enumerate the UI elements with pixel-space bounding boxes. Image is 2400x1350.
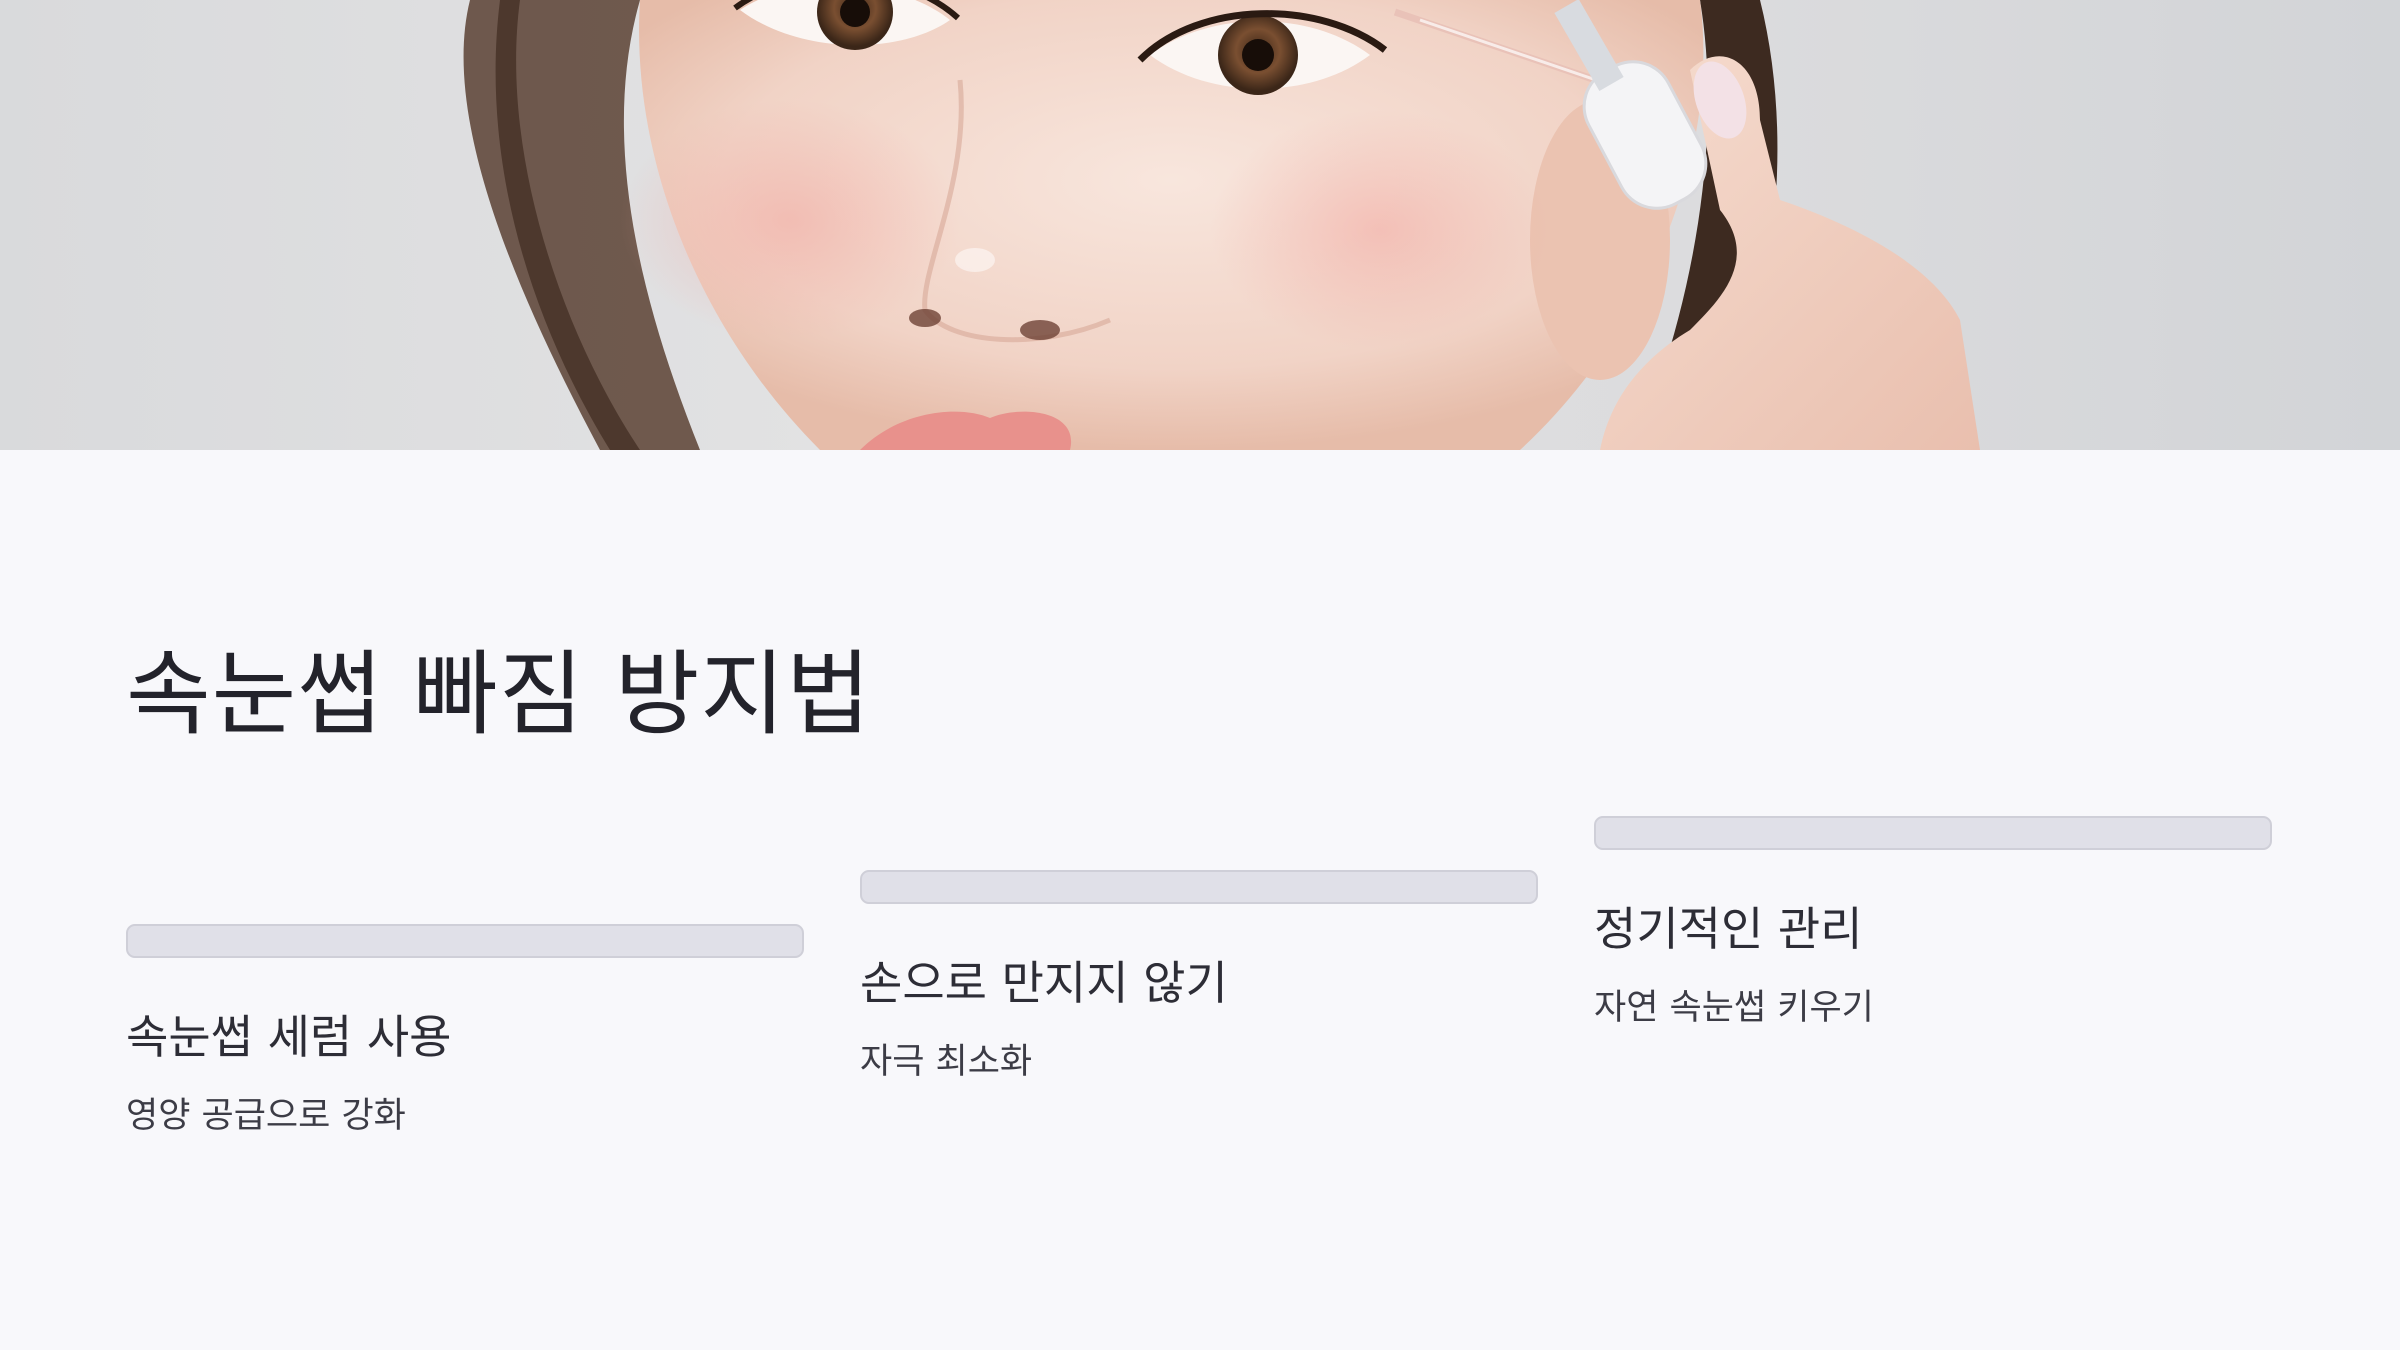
tip-description: 영양 공급으로 강화: [126, 1096, 406, 1137]
tip-description: 자연 속눈썹 키우기: [1594, 988, 1874, 1029]
tip-card-regular-care: 정기적인 관리 자연 속눈썹 키우기: [1594, 816, 2274, 1029]
tip-bar: [126, 924, 804, 958]
tip-description: 자극 최소화: [860, 1042, 1033, 1083]
hero-photo: [0, 0, 2400, 450]
tip-card-serum: 속눈썹 세럼 사용 영양 공급으로 강화: [126, 924, 806, 1137]
woman-applying-serum-image: [463, 0, 1980, 450]
slide: 속눈썹 빠짐 방지법 속눈썹 세럼 사용 영양 공급으로 강화 손으로 만지지 …: [0, 0, 2400, 1350]
tip-title: 손으로 만지지 않기: [860, 956, 1228, 1010]
page-title: 속눈썹 빠짐 방지법: [126, 641, 872, 748]
tip-bar: [1594, 816, 2272, 850]
tip-title: 속눈썹 세럼 사용: [126, 1010, 452, 1064]
tip-title: 정기적인 관리: [1594, 902, 1863, 956]
tip-bar: [860, 870, 1538, 904]
tip-card-no-touch: 손으로 만지지 않기 자극 최소화: [860, 870, 1540, 1083]
